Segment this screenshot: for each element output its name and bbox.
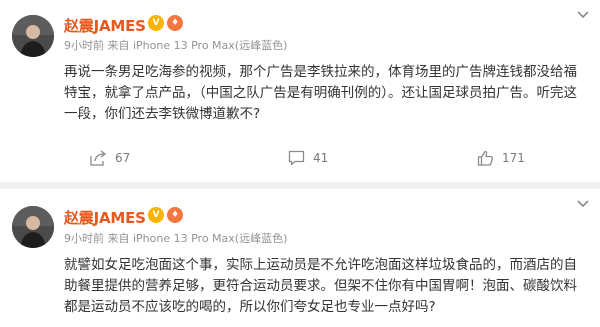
avatar[interactable]: [12, 206, 54, 248]
avatar[interactable]: [12, 15, 54, 57]
like-icon: [477, 150, 494, 166]
verified-badge-icon: V: [148, 207, 164, 223]
fire-badge-icon: ♦: [167, 15, 183, 31]
post-meta: 9小时前 来自 iPhone 13 Pro Max(远峰蓝色): [64, 39, 288, 52]
like-button[interactable]: 171: [477, 150, 525, 166]
post-meta: 9小时前 来自 iPhone 13 Pro Max(远峰蓝色): [64, 232, 288, 245]
author-badges: V ♦: [148, 15, 183, 31]
weibo-post-1: 赵震JAMES V ♦ 9小时前 来自 iPhone 13 Pro Max(远峰…: [0, 0, 600, 182]
verified-badge-icon: V: [148, 15, 164, 31]
weibo-post-2: 赵震JAMES V ♦ 9小时前 来自 iPhone 13 Pro Max(远峰…: [0, 189, 600, 327]
share-button[interactable]: 67: [90, 150, 130, 166]
post-body: 再说一条男足吃海参的视频，那个广告是李铁拉来的，体育场里的广告牌连钱都没给福特宝…: [64, 64, 577, 122]
post-actions: 67 41 171: [0, 142, 600, 172]
author-badges: V ♦: [148, 207, 183, 223]
share-count: 67: [115, 151, 131, 165]
chevron-down-icon[interactable]: [576, 10, 590, 20]
comment-button[interactable]: 41: [288, 150, 328, 166]
post-body: 就譬如女足吃泡面这个事，实际上运动员是不允许吃泡面这样垃圾食品的，而酒店的自助餐…: [64, 257, 577, 315]
comment-icon: [288, 150, 305, 166]
share-icon: [90, 150, 107, 166]
chevron-down-icon[interactable]: [576, 199, 590, 209]
like-count: 171: [502, 151, 525, 165]
author-name[interactable]: 赵震JAMES: [64, 15, 146, 36]
comment-count: 41: [313, 151, 329, 165]
fire-badge-icon: ♦: [167, 207, 183, 223]
author-name[interactable]: 赵震JAMES: [64, 207, 146, 228]
